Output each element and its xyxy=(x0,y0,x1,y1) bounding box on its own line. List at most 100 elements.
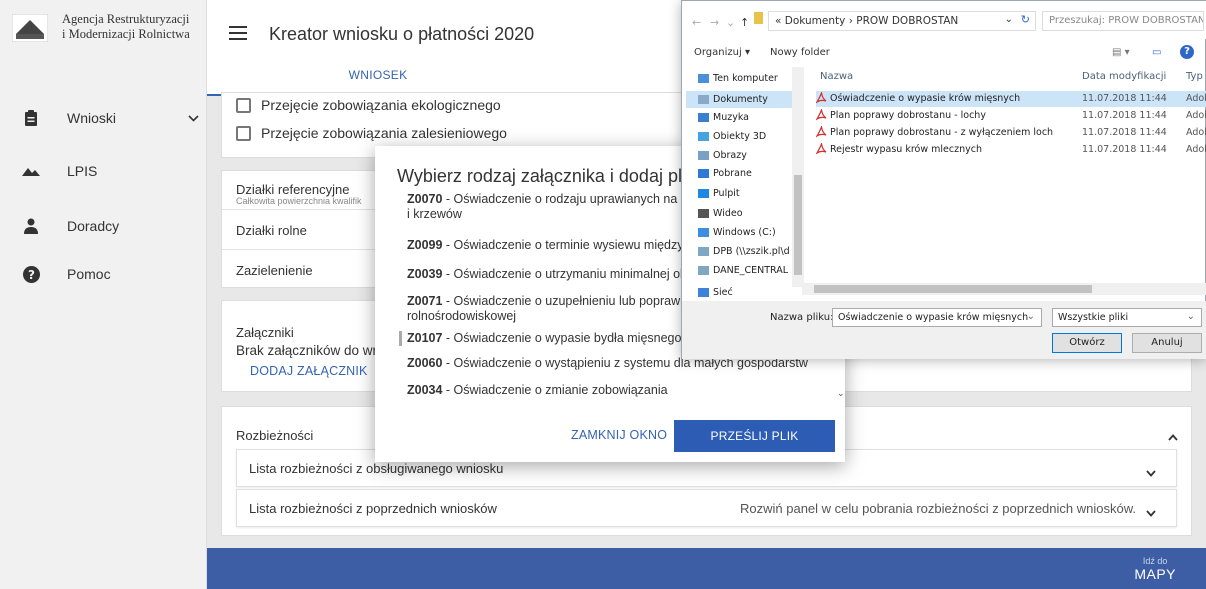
chevron-down-icon[interactable]: ⌄ xyxy=(1187,311,1195,322)
file-date: 11.07.2018 11:44 xyxy=(1082,127,1167,138)
tree-item-pobrane[interactable]: Pobrane xyxy=(698,168,752,179)
tree-item-dokumenty[interactable]: Dokumenty xyxy=(686,91,798,108)
checkbox-box[interactable] xyxy=(236,97,251,113)
preview-pane-icon[interactable]: ▭ xyxy=(1152,47,1161,58)
up-arrow-icon[interactable]: ↑ xyxy=(740,16,749,29)
file-row[interactable]: Plan poprawy dobrostanu - lochy 11.07.20… xyxy=(816,108,1206,124)
file-type-filter[interactable]: Wszystkie pliki ⌄ xyxy=(1052,308,1202,327)
dzialki-referencyjne-label[interactable]: Działki referencyjne xyxy=(236,182,349,197)
filename-input[interactable]: Oświadczenie o wypasie krów mięsnych ⌄ xyxy=(832,308,1042,327)
attachment-code: Z0070 xyxy=(407,192,443,206)
file-list: Nazwa Data modyfikacji Typ Oświadczenie … xyxy=(806,65,1206,297)
search-input[interactable]: Przeszukaj: PROW DOBROSTAN xyxy=(1042,11,1204,31)
nav-scrollbar[interactable] xyxy=(792,67,804,287)
add-attachment-button[interactable]: DODAJ ZAŁĄCZNIK xyxy=(250,364,368,378)
tree-item-wideo[interactable]: Wideo xyxy=(698,208,743,219)
organize-button[interactable]: Organizuj ▾ xyxy=(694,47,750,58)
clipboard-icon xyxy=(22,109,40,127)
sidebar-item-wnioski[interactable]: Wnioski xyxy=(0,98,207,138)
sidebar-item-lpis[interactable]: LPIS xyxy=(0,151,207,191)
chevron-down-icon xyxy=(188,111,199,125)
tree-item-ten-komputer[interactable]: Ten komputer xyxy=(698,73,778,84)
search-placeholder: Przeszukaj: PROW DOBROSTAN xyxy=(1049,15,1204,26)
file-row[interactable]: Oświadczenie o wypasie krów mięsnych 11.… xyxy=(816,91,1206,107)
forward-arrow-icon[interactable]: → xyxy=(710,16,719,29)
tree-item-windows-c[interactable]: Windows (C:) xyxy=(698,227,776,238)
checkbox-box[interactable] xyxy=(236,125,251,141)
music-icon xyxy=(698,113,709,122)
navigation-pane: Ten komputer Dokumenty Muzyka Obiekty 3D… xyxy=(682,65,804,298)
file-row[interactable]: Plan poprawy dobrostanu - z wyłączeniem … xyxy=(816,125,1206,141)
path-field[interactable]: « Dokumenty › PROW DOBROSTAN ⌄ ↻ xyxy=(768,11,1036,31)
video-icon xyxy=(698,209,709,218)
attachment-text-cont: i krzewów xyxy=(407,207,462,221)
attachment-code: Z0107 xyxy=(407,331,443,345)
file-open-dialog: ← → ⌄ ↑ « Dokumenty › PROW DOBROSTAN ⌄ ↻… xyxy=(681,0,1206,359)
tree-item-obiekty-3d[interactable]: Obiekty 3D xyxy=(698,131,766,142)
tree-item-dane-central[interactable]: DANE_CENTRAL xyxy=(698,265,788,276)
open-button[interactable]: Otwórz xyxy=(1052,333,1122,353)
tree-item-dpb[interactable]: DPB (\\zszik.pl\d xyxy=(698,246,790,257)
refresh-icon[interactable]: ↻ xyxy=(1021,13,1030,26)
upload-attachment-button[interactable]: PRZEŚLIJ PLIK ZAŁĄCZNIKA xyxy=(674,420,835,462)
chevron-down-icon[interactable] xyxy=(1146,505,1156,517)
file-list-scrollbar[interactable] xyxy=(802,283,1206,295)
view-options-icon[interactable]: ▤ ▾ xyxy=(1112,47,1130,58)
sidebar-item-label: Pomoc xyxy=(67,266,111,282)
page-title: Kreator wniosku o płatności 2020 xyxy=(269,24,535,44)
chevron-down-icon[interactable]: ⌄ xyxy=(1027,311,1035,322)
chevron-up-icon[interactable] xyxy=(1168,429,1178,441)
file-name: Plan poprawy dobrostanu - lochy xyxy=(830,110,986,121)
dialog-footer: Nazwa pliku: Oświadczenie o wypasie krów… xyxy=(682,301,1206,359)
tree-item-muzyka[interactable]: Muzyka xyxy=(698,112,749,123)
column-header-name[interactable]: Nazwa xyxy=(820,71,853,82)
sidebar-item-pomoc[interactable]: ? Pomoc xyxy=(0,254,207,294)
checkbox-label: Przejęcie zobowiązania zalesieniowego xyxy=(261,125,507,141)
checkbox-przejecie-zalesieniowe[interactable]: Przejęcie zobowiązania zalesieniowego xyxy=(236,125,507,141)
sidebar-item-label: Doradcy xyxy=(67,218,120,234)
modal-actions: ZAMKNIJ OKNO PRZEŚLIJ PLIK ZAŁĄCZNIKA xyxy=(375,408,845,462)
map-link-small: Idź do xyxy=(1142,556,1168,566)
go-to-map-button[interactable]: Idź do MAPY xyxy=(1134,556,1176,582)
help-icon[interactable]: ? xyxy=(1180,45,1194,59)
discrepancy-list-previous[interactable]: Lista rozbieżności z poprzednich wnioskó… xyxy=(236,489,1177,527)
scroll-down-icon[interactable]: ⌄ xyxy=(837,388,845,399)
dzialki-rolne-label[interactable]: Działki rolne xyxy=(236,223,307,238)
file-name: Rejestr wypasu krów mlecznych xyxy=(830,144,982,155)
sidebar-item-label: Wnioski xyxy=(67,110,117,126)
file-type: Adobe xyxy=(1186,127,1206,138)
close-modal-button[interactable]: ZAMKNIJ OKNO xyxy=(571,428,667,442)
checkbox-przejecie-ekologiczne[interactable]: Przejęcie zobowiązania ekologicznego xyxy=(236,97,501,113)
menu-icon[interactable] xyxy=(229,26,247,40)
help-icon: ? xyxy=(22,265,40,283)
tree-item-siec[interactable]: Sieć xyxy=(698,287,733,298)
zalaczniki-title: Załączniki xyxy=(236,325,294,340)
column-header-type[interactable]: Typ xyxy=(1186,71,1203,82)
tree-item-obrazy[interactable]: Obrazy xyxy=(698,150,747,161)
cancel-button[interactable]: Anuluj xyxy=(1132,333,1202,353)
file-row[interactable]: Rejestr wypasu krów mlecznych 11.07.2018… xyxy=(816,142,1206,158)
pdf-icon xyxy=(816,143,827,155)
attachment-code: Z0034 xyxy=(407,383,443,397)
file-type: Adobe xyxy=(1186,144,1206,155)
chevron-down-icon[interactable] xyxy=(1146,465,1156,477)
person-icon xyxy=(22,217,40,235)
no-attachments-text: Brak załączników do wn xyxy=(236,343,381,358)
attachment-option[interactable]: Z0034 - Oświadczenie o zmianie zobowiąza… xyxy=(399,383,819,398)
filename-value: Oświadczenie o wypasie krów mięsnych xyxy=(838,312,1029,323)
scrollbar-thumb[interactable] xyxy=(794,175,802,275)
sidebar-item-doradcy[interactable]: Doradcy xyxy=(0,206,207,246)
new-folder-button[interactable]: Nowy folder xyxy=(770,47,830,58)
logo-line-2: i Modernizacji Rolnictwa xyxy=(62,27,190,41)
scrollbar-thumb[interactable] xyxy=(814,285,1092,293)
chevron-down-icon[interactable]: ⌄ xyxy=(1005,14,1013,25)
chevron-down-icon[interactable]: ⌄ xyxy=(726,16,735,29)
rozbieznosci-title: Rozbieżności xyxy=(236,428,314,443)
attachment-text: - Oświadczenie o rodzaju uprawianych na … xyxy=(442,192,702,206)
pdf-icon xyxy=(816,126,827,138)
zazielenienie-label[interactable]: Zazielenienie xyxy=(236,263,313,278)
back-arrow-icon[interactable]: ← xyxy=(692,16,701,29)
tree-item-pulpit[interactable]: Pulpit xyxy=(698,188,740,199)
column-header-date[interactable]: Data modyfikacji xyxy=(1082,71,1166,82)
attachment-text: - Oświadczenie o zmianie zobowiązania xyxy=(442,383,668,397)
